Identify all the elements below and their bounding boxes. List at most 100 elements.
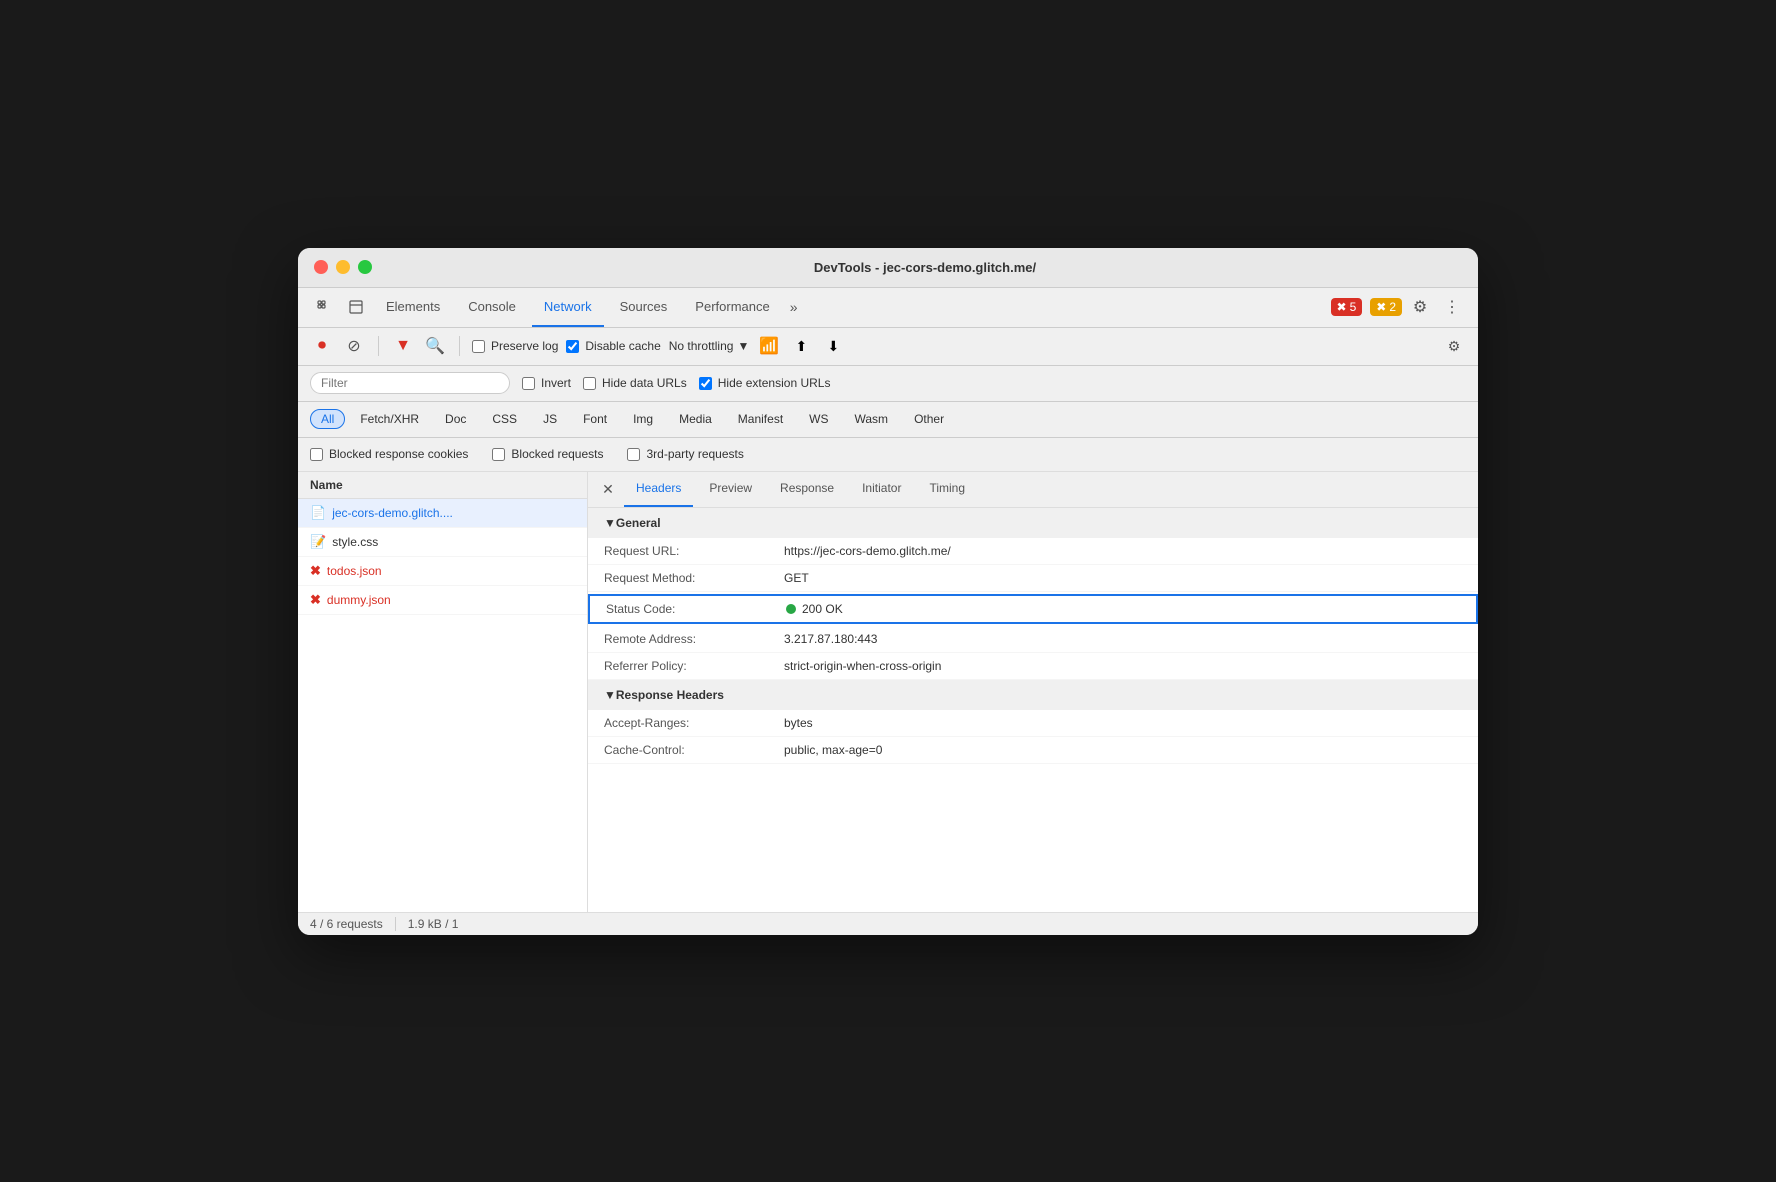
type-filter-media[interactable]: Media	[668, 409, 723, 429]
warning-badge: ✖ 2	[1370, 298, 1402, 316]
list-item-3[interactable]: ✖ todos.json	[298, 557, 587, 586]
network-toolbar: ⏺ ⊘ ▼ 🔍 Preserve log Disable cache No th…	[298, 328, 1478, 366]
type-filter-font[interactable]: Font	[572, 409, 618, 429]
status-green-dot	[786, 604, 796, 614]
type-filter-doc[interactable]: Doc	[434, 409, 477, 429]
preserve-log-checkbox[interactable]	[472, 340, 485, 353]
record-button[interactable]: ⏺	[310, 334, 334, 358]
referrer-policy-row: Referrer Policy: strict-origin-when-cros…	[588, 653, 1478, 680]
tab-timing[interactable]: Timing	[917, 472, 977, 507]
type-filter-other[interactable]: Other	[903, 409, 955, 429]
inspect-icon[interactable]	[342, 293, 370, 321]
type-filter-fetch-xhr[interactable]: Fetch/XHR	[349, 409, 430, 429]
status-code-label: Status Code:	[606, 602, 786, 616]
type-filter-ws[interactable]: WS	[798, 409, 839, 429]
accept-ranges-value: bytes	[784, 716, 1462, 730]
css-icon: 📝	[310, 534, 326, 550]
list-item-1[interactable]: 📄 jec-cors-demo.glitch....	[298, 499, 587, 528]
invert-label[interactable]: Invert	[522, 376, 571, 390]
response-headers-section-header[interactable]: ▼Response Headers	[588, 680, 1478, 710]
toolbar-divider2	[459, 336, 460, 356]
general-section-header[interactable]: ▼General	[588, 508, 1478, 538]
accept-ranges-label: Accept-Ranges:	[604, 716, 784, 730]
remote-address-label: Remote Address:	[604, 632, 784, 646]
upload-icon[interactable]: ⬆	[789, 334, 813, 358]
tab-headers[interactable]: Headers	[624, 472, 693, 507]
file-list-header: Name	[298, 472, 587, 499]
hide-data-urls-checkbox[interactable]	[583, 377, 596, 390]
hide-extension-urls-checkbox[interactable]	[699, 377, 712, 390]
blocked-requests-label[interactable]: Blocked requests	[492, 447, 603, 461]
blocked-cookies-label[interactable]: Blocked response cookies	[310, 447, 468, 461]
warning-count: 2	[1389, 300, 1396, 314]
close-button[interactable]	[314, 260, 328, 274]
tab-preview[interactable]: Preview	[697, 472, 764, 507]
devtools-tabs: Elements Console Network Sources Perform…	[298, 288, 1478, 328]
type-filter-img[interactable]: Img	[622, 409, 664, 429]
file-name-3: todos.json	[327, 564, 382, 578]
hide-data-urls-label[interactable]: Hide data URLs	[583, 376, 687, 390]
more-options-icon[interactable]: ⋮	[1438, 293, 1466, 321]
warning-x-icon: ✖	[1376, 300, 1386, 314]
settings-icon[interactable]: ⚙	[1406, 293, 1434, 321]
file-name-1: jec-cors-demo.glitch....	[332, 506, 453, 520]
type-filter-all[interactable]: All	[310, 409, 345, 429]
tab-initiator[interactable]: Initiator	[850, 472, 913, 507]
download-icon[interactable]: ⬇	[821, 334, 845, 358]
error-badge: ✖ 5	[1331, 298, 1363, 316]
type-filter-manifest[interactable]: Manifest	[727, 409, 794, 429]
search-icon[interactable]: 🔍	[423, 334, 447, 358]
more-tabs-button[interactable]: »	[786, 299, 802, 315]
cache-control-value: public, max-age=0	[784, 743, 1462, 757]
third-party-label[interactable]: 3rd-party requests	[627, 447, 743, 461]
type-filter-wasm[interactable]: Wasm	[844, 409, 900, 429]
minimize-button[interactable]	[336, 260, 350, 274]
tab-network[interactable]: Network	[532, 288, 604, 327]
hide-extension-urls-label[interactable]: Hide extension URLs	[699, 376, 831, 390]
type-filter-js[interactable]: JS	[532, 409, 568, 429]
tab-response[interactable]: Response	[768, 472, 846, 507]
filter-input[interactable]	[310, 372, 510, 394]
blocked-requests-checkbox[interactable]	[492, 448, 505, 461]
type-filter-row: All Fetch/XHR Doc CSS JS Font Img Media …	[298, 402, 1478, 438]
network-settings-icon[interactable]: ⚙	[1442, 334, 1466, 358]
error-x-icon: ✖	[1337, 300, 1347, 314]
doc-icon: 📄	[310, 505, 326, 521]
request-url-label: Request URL:	[604, 544, 784, 558]
close-panel-button[interactable]: ✕	[596, 477, 620, 501]
maximize-button[interactable]	[358, 260, 372, 274]
preserve-log-label[interactable]: Preserve log	[472, 339, 558, 353]
throttle-chevron-icon: ▼	[737, 339, 749, 353]
window-title: DevTools - jec-cors-demo.glitch.me/	[388, 260, 1462, 275]
third-party-checkbox[interactable]	[627, 448, 640, 461]
throttling-select[interactable]: No throttling ▼	[669, 339, 750, 353]
tab-console[interactable]: Console	[456, 288, 528, 327]
filter-icon[interactable]: ▼	[391, 334, 415, 358]
list-item-2[interactable]: 📝 style.css	[298, 528, 587, 557]
cursor-icon[interactable]	[310, 293, 338, 321]
referrer-policy-label: Referrer Policy:	[604, 659, 784, 673]
disable-cache-checkbox[interactable]	[566, 340, 579, 353]
tab-sources[interactable]: Sources	[608, 288, 680, 327]
cache-control-row: Cache-Control: public, max-age=0	[588, 737, 1478, 764]
request-method-value: GET	[784, 571, 1462, 585]
remote-address-value: 3.217.87.180:443	[784, 632, 1462, 646]
disable-cache-label[interactable]: Disable cache	[566, 339, 660, 353]
devtools-window: DevTools - jec-cors-demo.glitch.me/ Elem…	[298, 248, 1478, 935]
panel-content: ▼General Request URL: https://jec-cors-d…	[588, 508, 1478, 912]
invert-checkbox[interactable]	[522, 377, 535, 390]
tab-elements[interactable]: Elements	[374, 288, 452, 327]
list-item-4[interactable]: ✖ dummy.json	[298, 586, 587, 615]
request-url-row: Request URL: https://jec-cors-demo.glitc…	[588, 538, 1478, 565]
status-code-row: Status Code: 200 OK	[588, 594, 1478, 624]
type-filter-css[interactable]: CSS	[481, 409, 528, 429]
size-info: 1.9 kB / 1	[408, 917, 459, 931]
toolbar-divider	[378, 336, 379, 356]
clear-button[interactable]: ⊘	[342, 334, 366, 358]
main-content: Name 📄 jec-cors-demo.glitch.... 📝 style.…	[298, 472, 1478, 912]
wifi-icon[interactable]: 📶	[757, 334, 781, 358]
remote-address-row: Remote Address: 3.217.87.180:443	[588, 626, 1478, 653]
error-count: 5	[1350, 300, 1357, 314]
tab-performance[interactable]: Performance	[683, 288, 781, 327]
blocked-cookies-checkbox[interactable]	[310, 448, 323, 461]
